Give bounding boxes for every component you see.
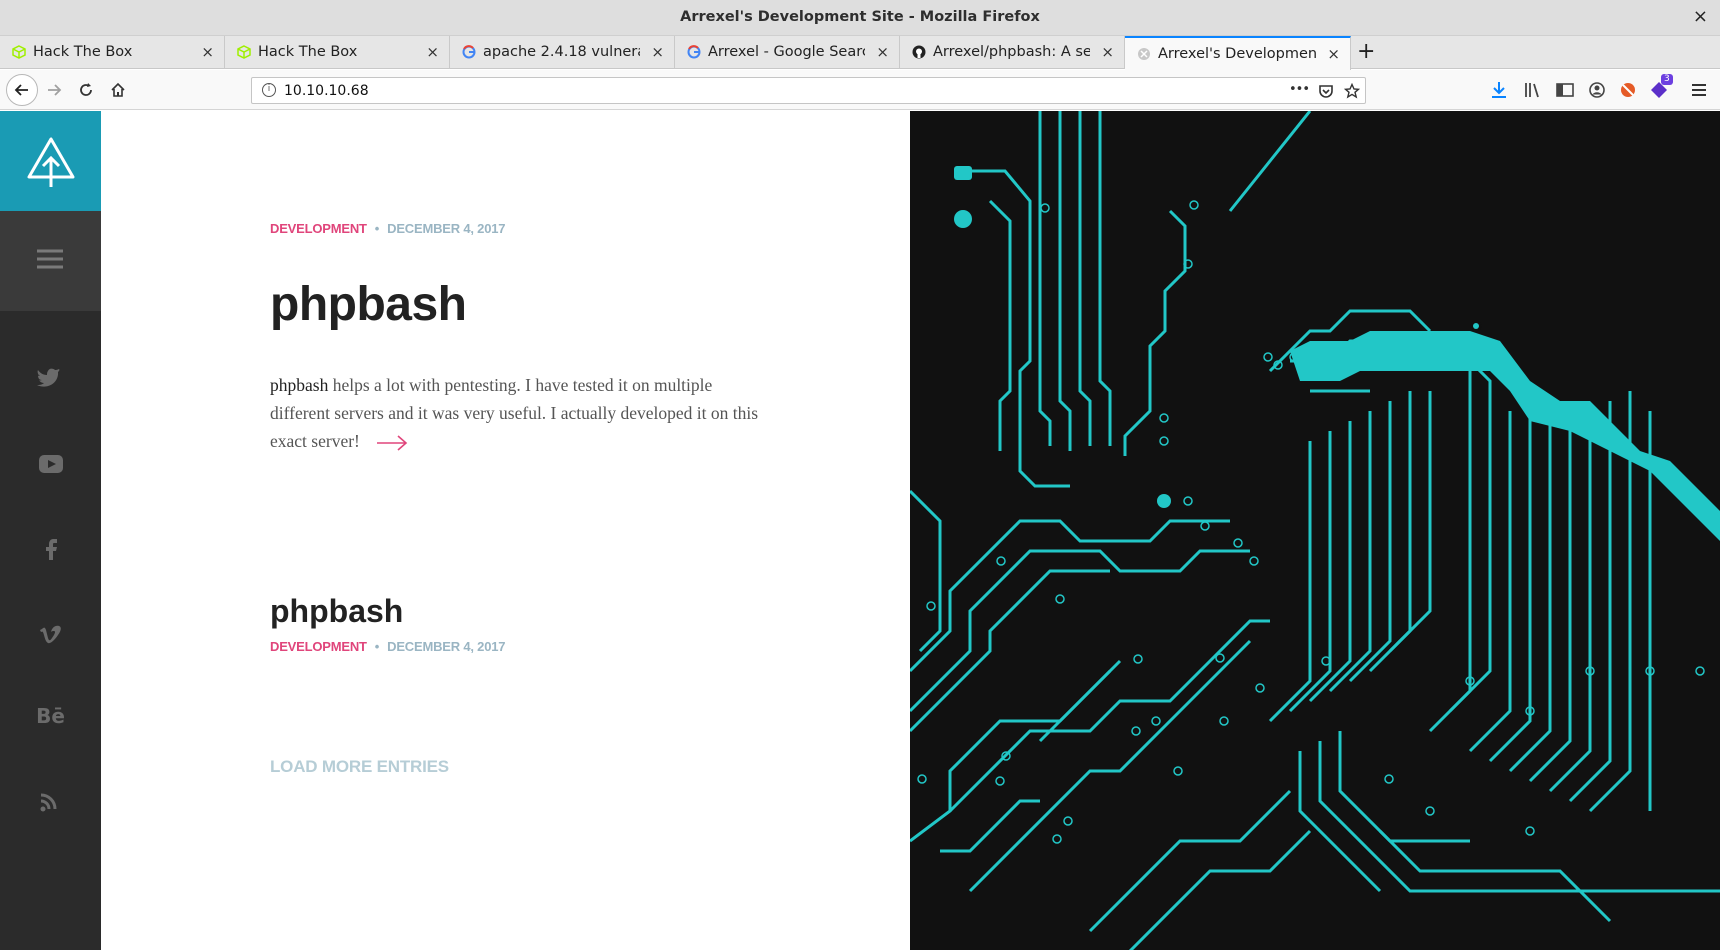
tab-close-button[interactable]: × <box>426 43 439 61</box>
tab-arrexel-dev-site[interactable]: Arrexel's Development S × <box>1125 36 1351 70</box>
google-icon <box>687 45 701 59</box>
tab-label: Hack The Box <box>258 44 358 60</box>
page-actions-icon[interactable]: ••• <box>1289 82 1310 97</box>
tab-close-button[interactable]: × <box>1101 43 1114 61</box>
read-more-arrow-icon[interactable] <box>376 434 408 452</box>
navigation-toolbar: i 10.10.10.68 ••• 3 <box>0 70 1720 110</box>
tab-github-phpbash[interactable]: Arrexel/phpbash: A semi × <box>900 36 1125 69</box>
tab-apache-search[interactable]: apache 2.4.18 vulnerabili × <box>450 36 675 69</box>
tab-label: Arrexel - Google Search <box>708 44 865 60</box>
loading-icon <box>1138 48 1150 60</box>
post-category-link[interactable]: DEVELOPMENT <box>270 639 367 654</box>
extension-notification-button[interactable]: 3 <box>1648 74 1673 101</box>
site-logo[interactable] <box>0 111 101 211</box>
tab-close-button[interactable]: × <box>1327 45 1340 63</box>
htb-cube-icon <box>12 45 26 59</box>
menu-toggle[interactable] <box>0 211 101 311</box>
circuit-board-artwork <box>910 111 1720 950</box>
tab-hack-the-box-2[interactable]: Hack The Box × <box>225 36 450 69</box>
pocket-icon[interactable] <box>1318 83 1334 99</box>
reload-button[interactable] <box>72 76 100 104</box>
post-date-link[interactable]: DECEMBER 4, 2017 <box>387 639 505 654</box>
site-sidebar: Bē <box>0 111 101 950</box>
tab-hack-the-box-1[interactable]: Hack The Box × <box>0 36 225 69</box>
web-page: Bē DEVELOPMENT • DECEMBER 4, 2017 phpbash … <box>0 111 1720 950</box>
google-icon <box>462 45 476 59</box>
back-button[interactable] <box>6 74 38 106</box>
window-titlebar: Arrexel's Development Site - Mozilla Fir… <box>0 0 1720 36</box>
excerpt-text: helps a lot with pentesting. I have test… <box>270 375 759 451</box>
downloads-icon[interactable] <box>1488 79 1510 101</box>
tab-label: Arrexel's Development S <box>1158 46 1316 62</box>
sidebar-toggle-icon[interactable] <box>1554 79 1576 101</box>
behance-icon[interactable]: Bē <box>0 704 101 728</box>
forward-button[interactable] <box>40 76 68 104</box>
hamburger-menu-icon <box>37 249 63 269</box>
tab-label: Arrexel/phpbash: A semi <box>933 44 1090 60</box>
hero-circuit-image <box>910 111 1720 950</box>
tab-close-button[interactable]: × <box>651 43 664 61</box>
tab-strip: Hack The Box × Hack The Box × apache 2.4… <box>0 36 1720 70</box>
reload-icon <box>80 83 92 96</box>
load-more-entries-button[interactable]: LOAD MORE ENTRIES <box>270 757 449 777</box>
tab-label: apache 2.4.18 vulnerabili <box>483 44 640 60</box>
post-date-link[interactable]: DECEMBER 4, 2017 <box>387 221 505 236</box>
forward-arrow-icon <box>48 84 62 96</box>
excerpt-emphasis: phpbash <box>270 375 329 395</box>
tab-close-button[interactable]: × <box>876 43 889 61</box>
rss-icon[interactable] <box>0 790 101 814</box>
post-title-link[interactable]: phpbash <box>270 277 467 332</box>
site-info-icon[interactable]: i <box>262 83 276 97</box>
tab-close-button[interactable]: × <box>201 43 214 61</box>
vimeo-icon[interactable] <box>0 622 101 646</box>
post-category-link[interactable]: DEVELOPMENT <box>270 221 367 236</box>
extension-blocker-icon[interactable] <box>1617 79 1639 101</box>
tab-arrexel-search[interactable]: Arrexel - Google Search × <box>675 36 900 69</box>
url-bar[interactable]: i 10.10.10.68 ••• <box>251 77 1366 104</box>
twitter-icon[interactable] <box>0 364 101 388</box>
post-excerpt: phpbash helps a lot with pentesting. I h… <box>270 371 760 455</box>
meta-separator: • <box>374 221 380 236</box>
window-title: Arrexel's Development Site - Mozilla Fir… <box>680 9 1040 25</box>
home-icon <box>111 82 125 97</box>
post-meta: DEVELOPMENT • DECEMBER 4, 2017 <box>270 639 506 654</box>
notification-badge: 3 <box>1661 74 1673 85</box>
post-meta: DEVELOPMENT • DECEMBER 4, 2017 <box>270 221 506 236</box>
home-button[interactable] <box>104 76 132 104</box>
url-text[interactable]: 10.10.10.68 <box>284 83 369 99</box>
window-close-button[interactable]: × <box>1693 6 1708 27</box>
facebook-icon[interactable] <box>0 535 101 561</box>
main-content: DEVELOPMENT • DECEMBER 4, 2017 phpbash php… <box>101 111 910 950</box>
meta-separator: • <box>374 639 380 654</box>
tab-label: Hack The Box <box>33 44 133 60</box>
post-title-link[interactable]: phpbash <box>270 593 403 630</box>
account-icon[interactable] <box>1586 79 1608 101</box>
back-arrow-icon <box>14 84 28 96</box>
new-tab-button[interactable]: + <box>1357 39 1375 64</box>
youtube-icon[interactable] <box>0 452 101 476</box>
library-icon[interactable] <box>1521 79 1543 101</box>
upload-arrow-logo-icon <box>27 137 75 187</box>
htb-cube-icon <box>237 45 251 59</box>
github-icon <box>912 45 926 59</box>
app-menu-icon[interactable] <box>1688 79 1710 101</box>
bookmark-star-icon[interactable] <box>1344 83 1360 99</box>
